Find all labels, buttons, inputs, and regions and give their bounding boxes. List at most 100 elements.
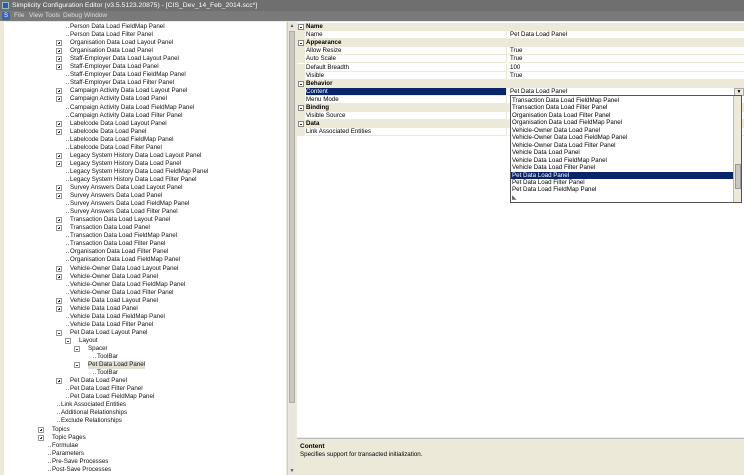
dropdown-option[interactable]: Pet Data Load Panel xyxy=(511,171,733,179)
dropdown-option[interactable]: Transaction Data Load FieldMap Panel xyxy=(511,97,733,104)
expand-icon[interactable] xyxy=(56,160,62,167)
collapse-icon[interactable] xyxy=(74,346,80,352)
tree-line-icon xyxy=(66,252,69,254)
property-category[interactable]: Appearance xyxy=(297,39,744,48)
expand-icon[interactable] xyxy=(56,193,62,200)
content-dropdown-list[interactable]: Transaction Data Load FieldMap Panel Tran… xyxy=(510,95,742,203)
collapse-icon[interactable] xyxy=(298,40,304,47)
menu-tools[interactable]: Tools xyxy=(45,11,60,21)
dropdown-option[interactable]: Transaction Data Load Filter Panel xyxy=(511,104,733,111)
tree-line-icon xyxy=(66,35,69,37)
dropdown-option[interactable]: Vehicle Data Load FieldMap Panel xyxy=(511,157,733,164)
expand-icon[interactable] xyxy=(56,265,62,272)
tree-item-label: Campaign Activity Data Load Layout Panel xyxy=(70,87,188,95)
collapse-icon[interactable] xyxy=(56,329,62,336)
property-value[interactable]: True xyxy=(508,72,744,80)
property-row[interactable]: Allow Resize True xyxy=(297,47,744,56)
property-value[interactable]: Pet Data Load Panel xyxy=(508,31,744,40)
dropdown-option[interactable]: Pet Data Load Filter Panel xyxy=(511,179,733,186)
expand-icon[interactable] xyxy=(38,434,44,441)
tree-line-icon xyxy=(57,413,60,415)
menu-bar: S File View Tools Debug Window xyxy=(0,11,744,21)
tree-item-label: Organisation Data Load FieldMap Panel xyxy=(70,256,181,264)
dropdown-option[interactable]: Vehicle-Owner Data Load FieldMap Panel xyxy=(511,134,733,141)
expand-icon[interactable] xyxy=(56,273,62,280)
collapse-icon[interactable] xyxy=(65,337,71,344)
tree-item-label: Survey Answers Data Load FieldMap Panel xyxy=(70,200,190,208)
property-row[interactable]: Default Breadth 100 xyxy=(297,63,744,72)
tree-item-label: Labelcode Data Load Filter Panel xyxy=(70,143,162,151)
tree-item-label: Survey Answers Data Load Panel xyxy=(70,192,163,200)
window-title: Simplicity Configuration Editor (v3.5.51… xyxy=(12,2,258,9)
resize-grip-icon[interactable]: ◣ xyxy=(512,195,517,201)
property-name: Default Breadth xyxy=(306,63,507,72)
collapse-icon[interactable] xyxy=(74,362,80,369)
dropdown-scrollbar[interactable] xyxy=(733,96,741,202)
property-value[interactable]: 100 xyxy=(508,64,744,72)
collapse-icon[interactable] xyxy=(298,121,304,128)
tree-item-label: Transaction Data Load Panel xyxy=(70,224,150,232)
expand-icon[interactable] xyxy=(56,40,62,47)
expand-icon[interactable] xyxy=(56,217,62,224)
dropdown-option[interactable]: Vehicle-Owner Data Load Filter Panel xyxy=(511,142,733,149)
tree-item-label: Layout xyxy=(79,336,98,344)
expand-icon[interactable] xyxy=(56,96,62,103)
expand-icon[interactable] xyxy=(56,378,62,385)
property-grid[interactable]: Name Name Pet Data Load Panel Appearance All… xyxy=(297,22,744,437)
dropdown-option[interactable]: Organisation Data Load FieldMap Panel xyxy=(511,119,733,126)
expand-icon[interactable] xyxy=(56,305,62,312)
property-name: Auto Scale xyxy=(306,55,507,64)
dropdown-option[interactable]: Vehicle Data Load Filter Panel xyxy=(511,164,733,171)
expand-icon[interactable] xyxy=(56,152,62,159)
tree-line-icon xyxy=(93,357,96,359)
menu-file[interactable]: File xyxy=(14,11,24,21)
collapse-icon[interactable] xyxy=(298,105,304,111)
expand-icon[interactable] xyxy=(56,297,62,304)
property-row[interactable]: Name Pet Data Load Panel xyxy=(297,31,744,40)
dropdown-option[interactable]: Vehicle-Owner Data Load Panel xyxy=(511,127,733,134)
tree-item-label: ToolBar xyxy=(97,353,118,361)
expand-icon[interactable] xyxy=(56,120,62,127)
expand-icon[interactable] xyxy=(56,56,62,63)
property-category[interactable]: Name xyxy=(297,23,744,31)
scroll-down-icon[interactable]: ▼ xyxy=(289,468,295,474)
app-logo-icon[interactable]: S xyxy=(2,12,10,20)
property-row[interactable]: Visible True xyxy=(297,71,744,80)
tree-item-label: Parameters xyxy=(52,449,84,457)
property-value[interactable]: True xyxy=(508,47,744,56)
expand-icon[interactable] xyxy=(56,185,62,191)
menu-debug[interactable]: Debug xyxy=(63,11,82,21)
property-category[interactable]: Behavior xyxy=(297,79,744,88)
tree-scrollbar[interactable]: ▲ ▼ xyxy=(287,22,295,475)
property-margin xyxy=(297,71,305,80)
tree-item-label: Post-Save Processes xyxy=(52,465,112,473)
collapse-icon[interactable] xyxy=(298,24,304,30)
menu-view[interactable]: View xyxy=(29,11,43,21)
help-title: Content xyxy=(300,443,325,450)
tree-line-icon xyxy=(66,292,69,294)
expand-icon[interactable] xyxy=(56,64,62,71)
expand-icon[interactable] xyxy=(56,225,62,232)
tree-item-label: Vehicle-Owner Data Load Panel xyxy=(70,272,159,280)
tree-item-label: Pet Data Load Panel xyxy=(70,377,128,385)
expand-icon[interactable] xyxy=(56,128,62,135)
property-value[interactable]: True xyxy=(508,55,744,64)
dropdown-scrollbar-thumb[interactable] xyxy=(735,164,741,189)
tree-item-label: Survey Answers Data Load Filter Panel xyxy=(70,208,178,216)
scrollbar-thumb[interactable] xyxy=(289,31,295,403)
scroll-up-icon[interactable]: ▲ xyxy=(289,23,295,29)
tree-item-label: Legacy System History Data Load Panel xyxy=(70,159,182,167)
menu-window[interactable]: Window xyxy=(84,11,107,21)
dropdown-option[interactable]: Organisation Data Load Filter Panel xyxy=(511,112,733,119)
property-row[interactable]: Auto Scale True xyxy=(297,55,744,64)
configuration-tree[interactable]: Person Data Load FieldMap Panel Person Da… xyxy=(4,22,286,475)
expand-icon[interactable] xyxy=(56,48,62,55)
expand-icon[interactable] xyxy=(38,426,44,433)
collapse-icon[interactable] xyxy=(298,80,304,87)
dropdown-option[interactable]: Pet Data Load FieldMap Panel xyxy=(511,186,733,193)
dropdown-option[interactable]: Vehicle Data Load Panel xyxy=(511,149,733,156)
tree-line-icon xyxy=(48,445,51,447)
tree-line-icon xyxy=(66,316,69,318)
expand-icon[interactable] xyxy=(56,88,62,95)
tree-item-label: Staff-Employer Data Load FieldMap Panel xyxy=(70,71,186,79)
